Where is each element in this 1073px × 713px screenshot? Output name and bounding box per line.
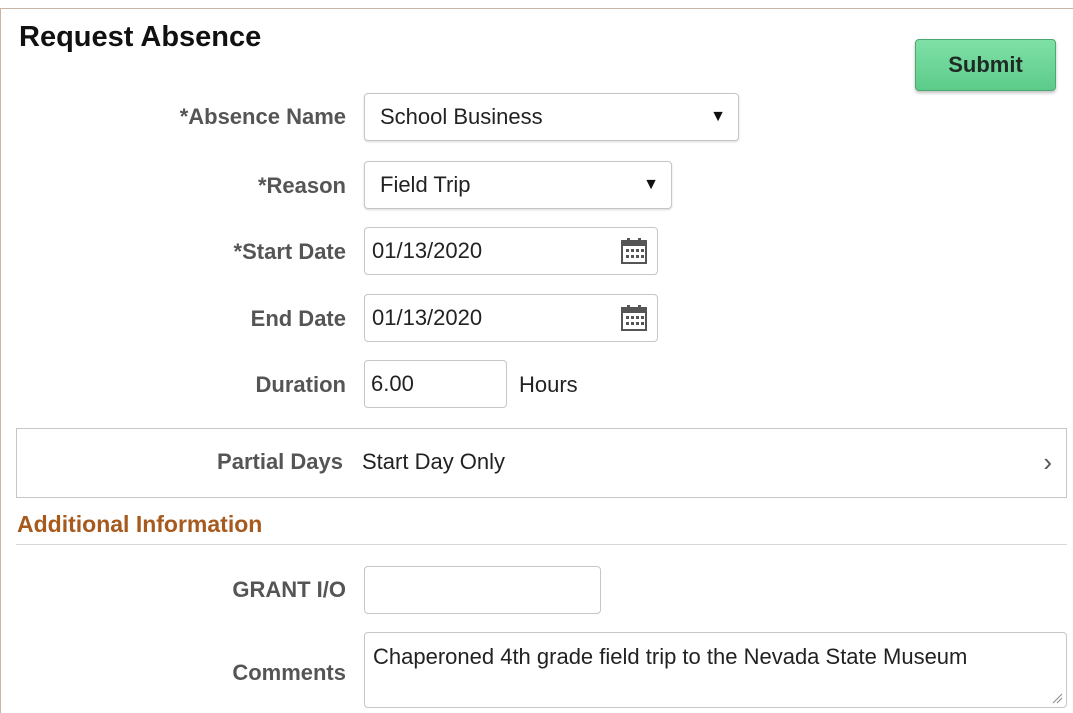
duration-unit: Hours bbox=[519, 372, 578, 397]
page-title: Request Absence bbox=[19, 21, 262, 53]
reason-label: *Reason bbox=[257, 173, 346, 198]
section-divider bbox=[16, 544, 1067, 545]
chevron-right-icon: › bbox=[1043, 447, 1052, 477]
section-title: Additional Information bbox=[17, 511, 263, 537]
start-date-label: *Start Date bbox=[233, 239, 346, 264]
dropdown-arrow-icon: ▼ bbox=[643, 176, 659, 193]
duration-input[interactable]: 6.00 bbox=[364, 360, 507, 408]
reason-value: Field Trip bbox=[380, 172, 471, 197]
comments-textarea[interactable]: Chaperoned 4th grade field trip to the N… bbox=[364, 632, 1067, 708]
duration-label: Duration bbox=[255, 372, 346, 397]
resize-grip-icon[interactable] bbox=[1051, 692, 1063, 704]
absence-name-value: School Business bbox=[380, 104, 543, 129]
start-date-value: 01/13/2020 bbox=[372, 238, 483, 263]
end-date-field[interactable]: 01/13/2020 bbox=[364, 294, 658, 342]
calendar-icon[interactable] bbox=[619, 303, 649, 333]
absence-name-label: *Absence Name bbox=[179, 104, 346, 129]
calendar-icon[interactable] bbox=[619, 236, 649, 266]
comments-value: Chaperoned 4th grade field trip to the N… bbox=[373, 644, 968, 669]
grant-label: GRANT I/O bbox=[232, 577, 346, 602]
grant-input[interactable] bbox=[364, 566, 601, 614]
start-date-field[interactable]: 01/13/2020 bbox=[364, 227, 658, 275]
reason-select[interactable]: Field Trip ▼ bbox=[364, 161, 672, 209]
duration-value: 6.00 bbox=[371, 371, 414, 396]
end-date-value: 01/13/2020 bbox=[372, 305, 483, 330]
partial-days-row[interactable]: Partial Days Start Day Only › bbox=[16, 428, 1067, 498]
partial-days-label: Partial Days bbox=[217, 449, 343, 474]
dropdown-arrow-icon: ▼ bbox=[710, 108, 726, 125]
partial-days-value: Start Day Only bbox=[362, 449, 506, 474]
submit-button[interactable]: Submit bbox=[915, 39, 1056, 91]
absence-name-select[interactable]: School Business ▼ bbox=[364, 93, 739, 141]
comments-label: Comments bbox=[232, 660, 346, 685]
end-date-label: End Date bbox=[250, 306, 346, 331]
